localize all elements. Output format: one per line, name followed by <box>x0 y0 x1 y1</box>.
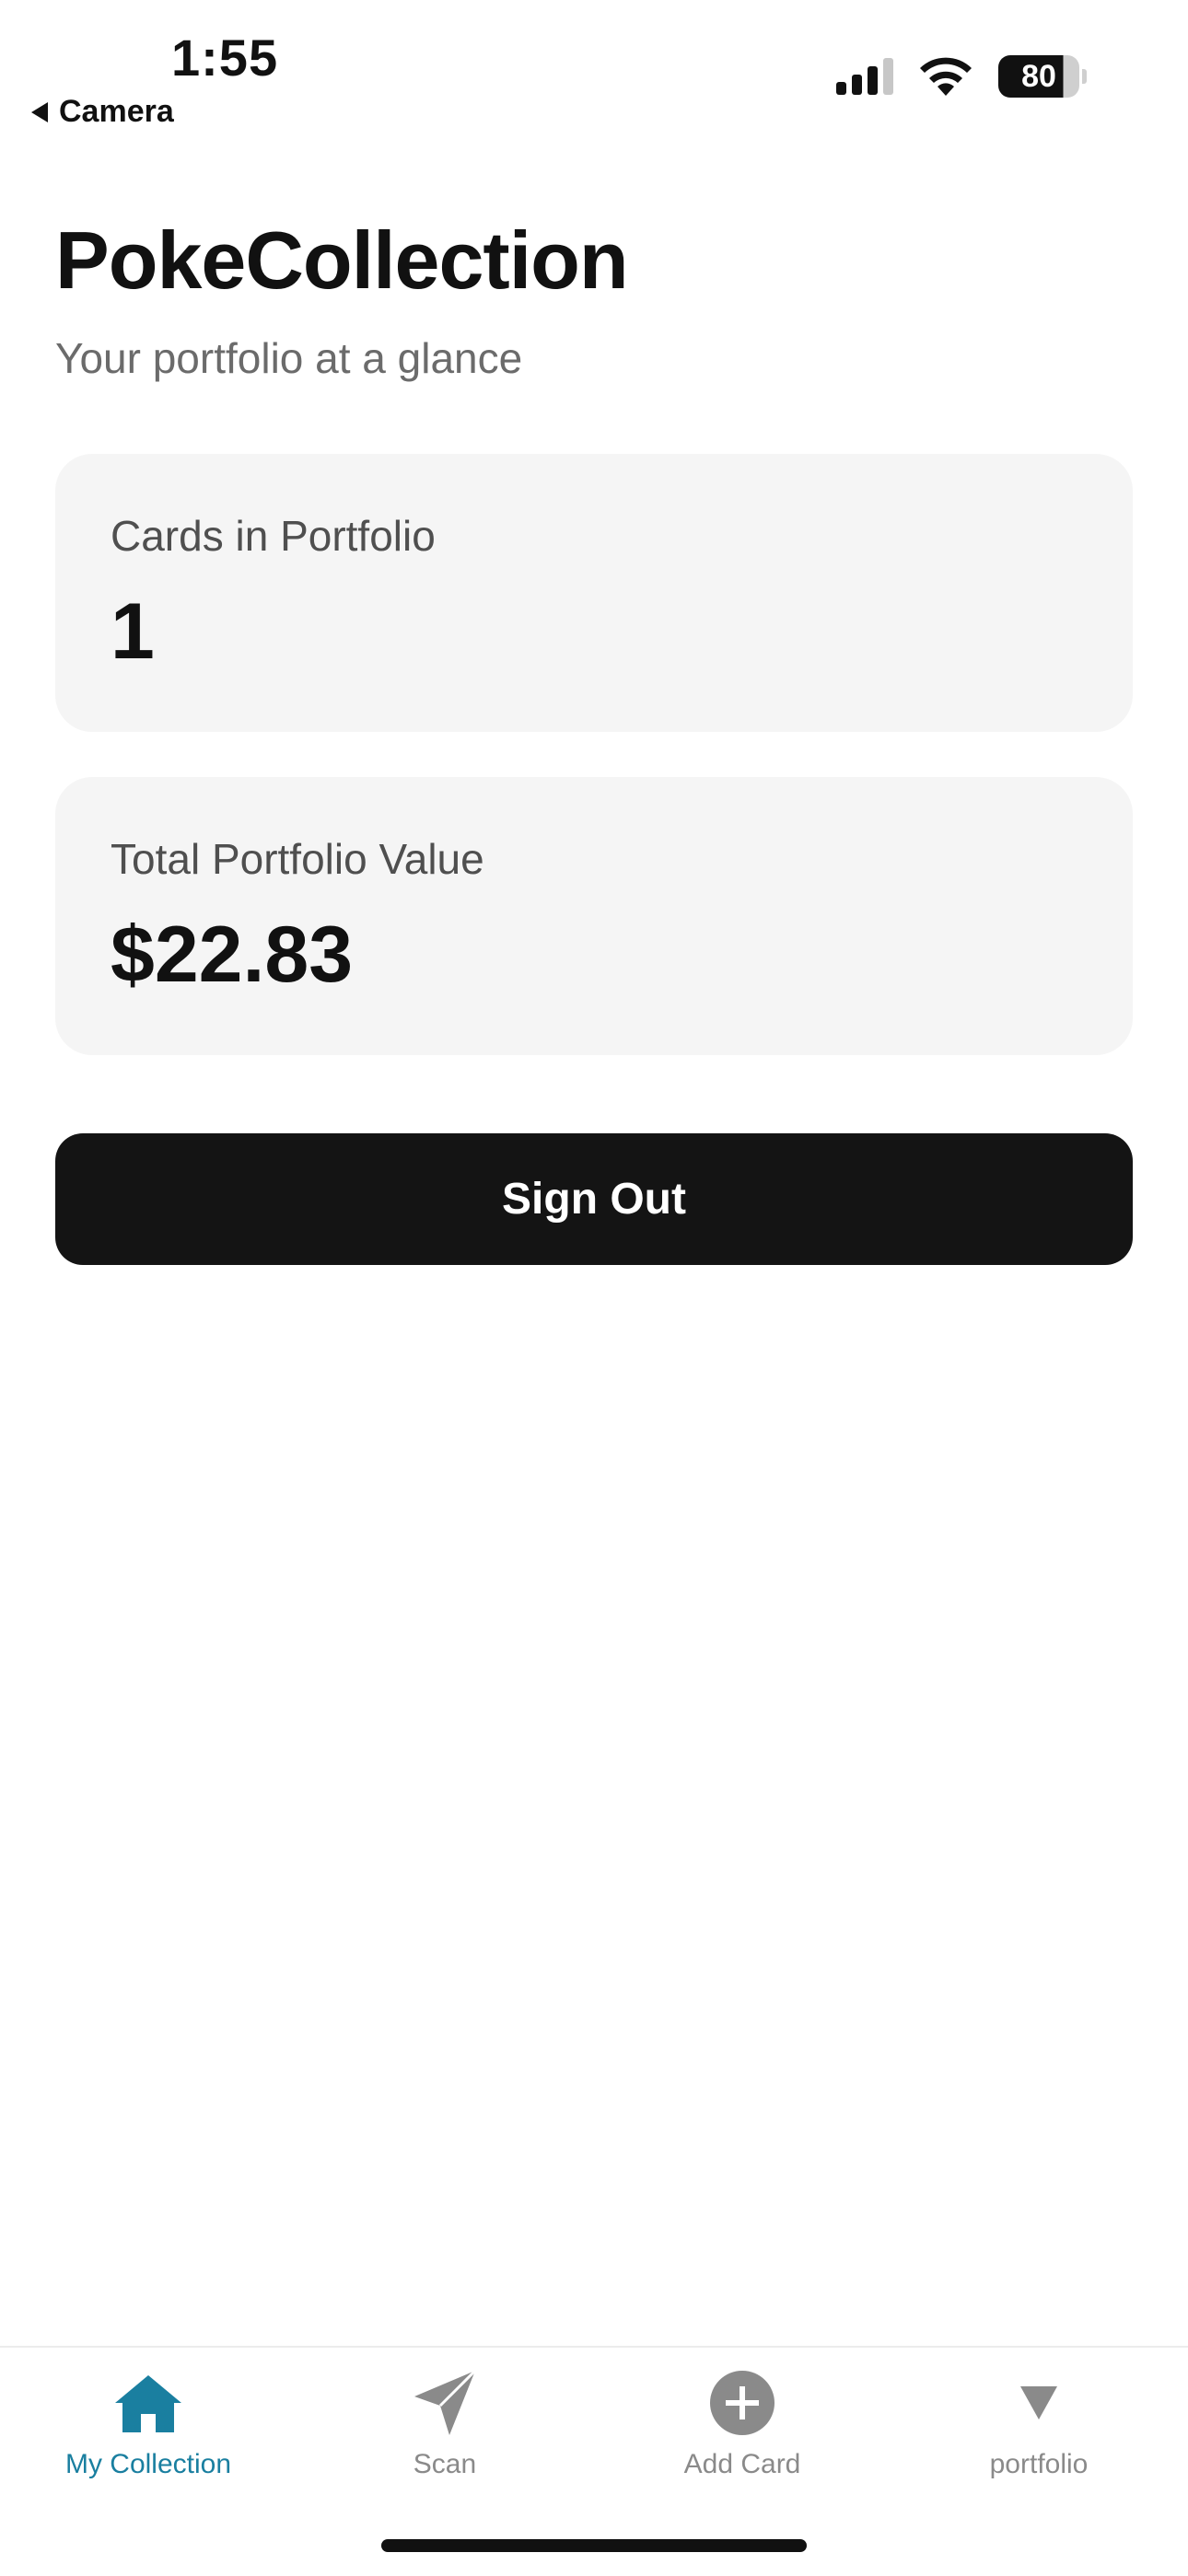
battery-icon: 80 <box>998 55 1087 98</box>
portfolio-value-amount: $22.83 <box>111 911 354 999</box>
page-title: PokeCollection <box>55 215 629 306</box>
home-indicator <box>381 2539 807 2552</box>
back-arrow-icon <box>31 101 48 122</box>
page-subtitle: Your portfolio at a glance <box>55 334 523 382</box>
tab-add-card[interactable]: Add Card <box>594 2366 891 2480</box>
cards-count-value: 1 <box>111 587 155 676</box>
status-time: 1:55 <box>171 29 279 87</box>
battery-level: 80 <box>1021 58 1056 94</box>
tab-label: Scan <box>413 2449 477 2479</box>
wifi-icon <box>920 57 972 96</box>
cards-count-label: Cards in Portfolio <box>111 512 436 560</box>
tab-portfolio[interactable]: portfolio <box>891 2366 1187 2480</box>
back-to-camera-link[interactable]: Camera <box>31 94 174 130</box>
cards-count-card: Cards in Portfolio 1 <box>55 454 1133 732</box>
portfolio-value-label: Total Portfolio Value <box>111 835 484 883</box>
paperplane-icon <box>414 2369 477 2435</box>
tab-scan[interactable]: Scan <box>297 2366 593 2480</box>
status-indicators: 80 <box>836 55 1087 98</box>
tab-label: My Collection <box>64 2449 232 2479</box>
plus-circle-icon <box>710 2371 775 2435</box>
sign-out-button[interactable]: Sign Out <box>55 1133 1133 1265</box>
back-link-label: Camera <box>59 94 174 129</box>
triangle-down-icon <box>1020 2386 1057 2419</box>
cellular-signal-icon <box>836 58 893 95</box>
house-icon <box>115 2375 181 2432</box>
tab-label: portfolio <box>989 2449 1089 2479</box>
tab-label: Add Card <box>683 2449 801 2479</box>
portfolio-value-card: Total Portfolio Value $22.83 <box>55 777 1133 1055</box>
tab-my-collection[interactable]: My Collection <box>0 2366 297 2480</box>
